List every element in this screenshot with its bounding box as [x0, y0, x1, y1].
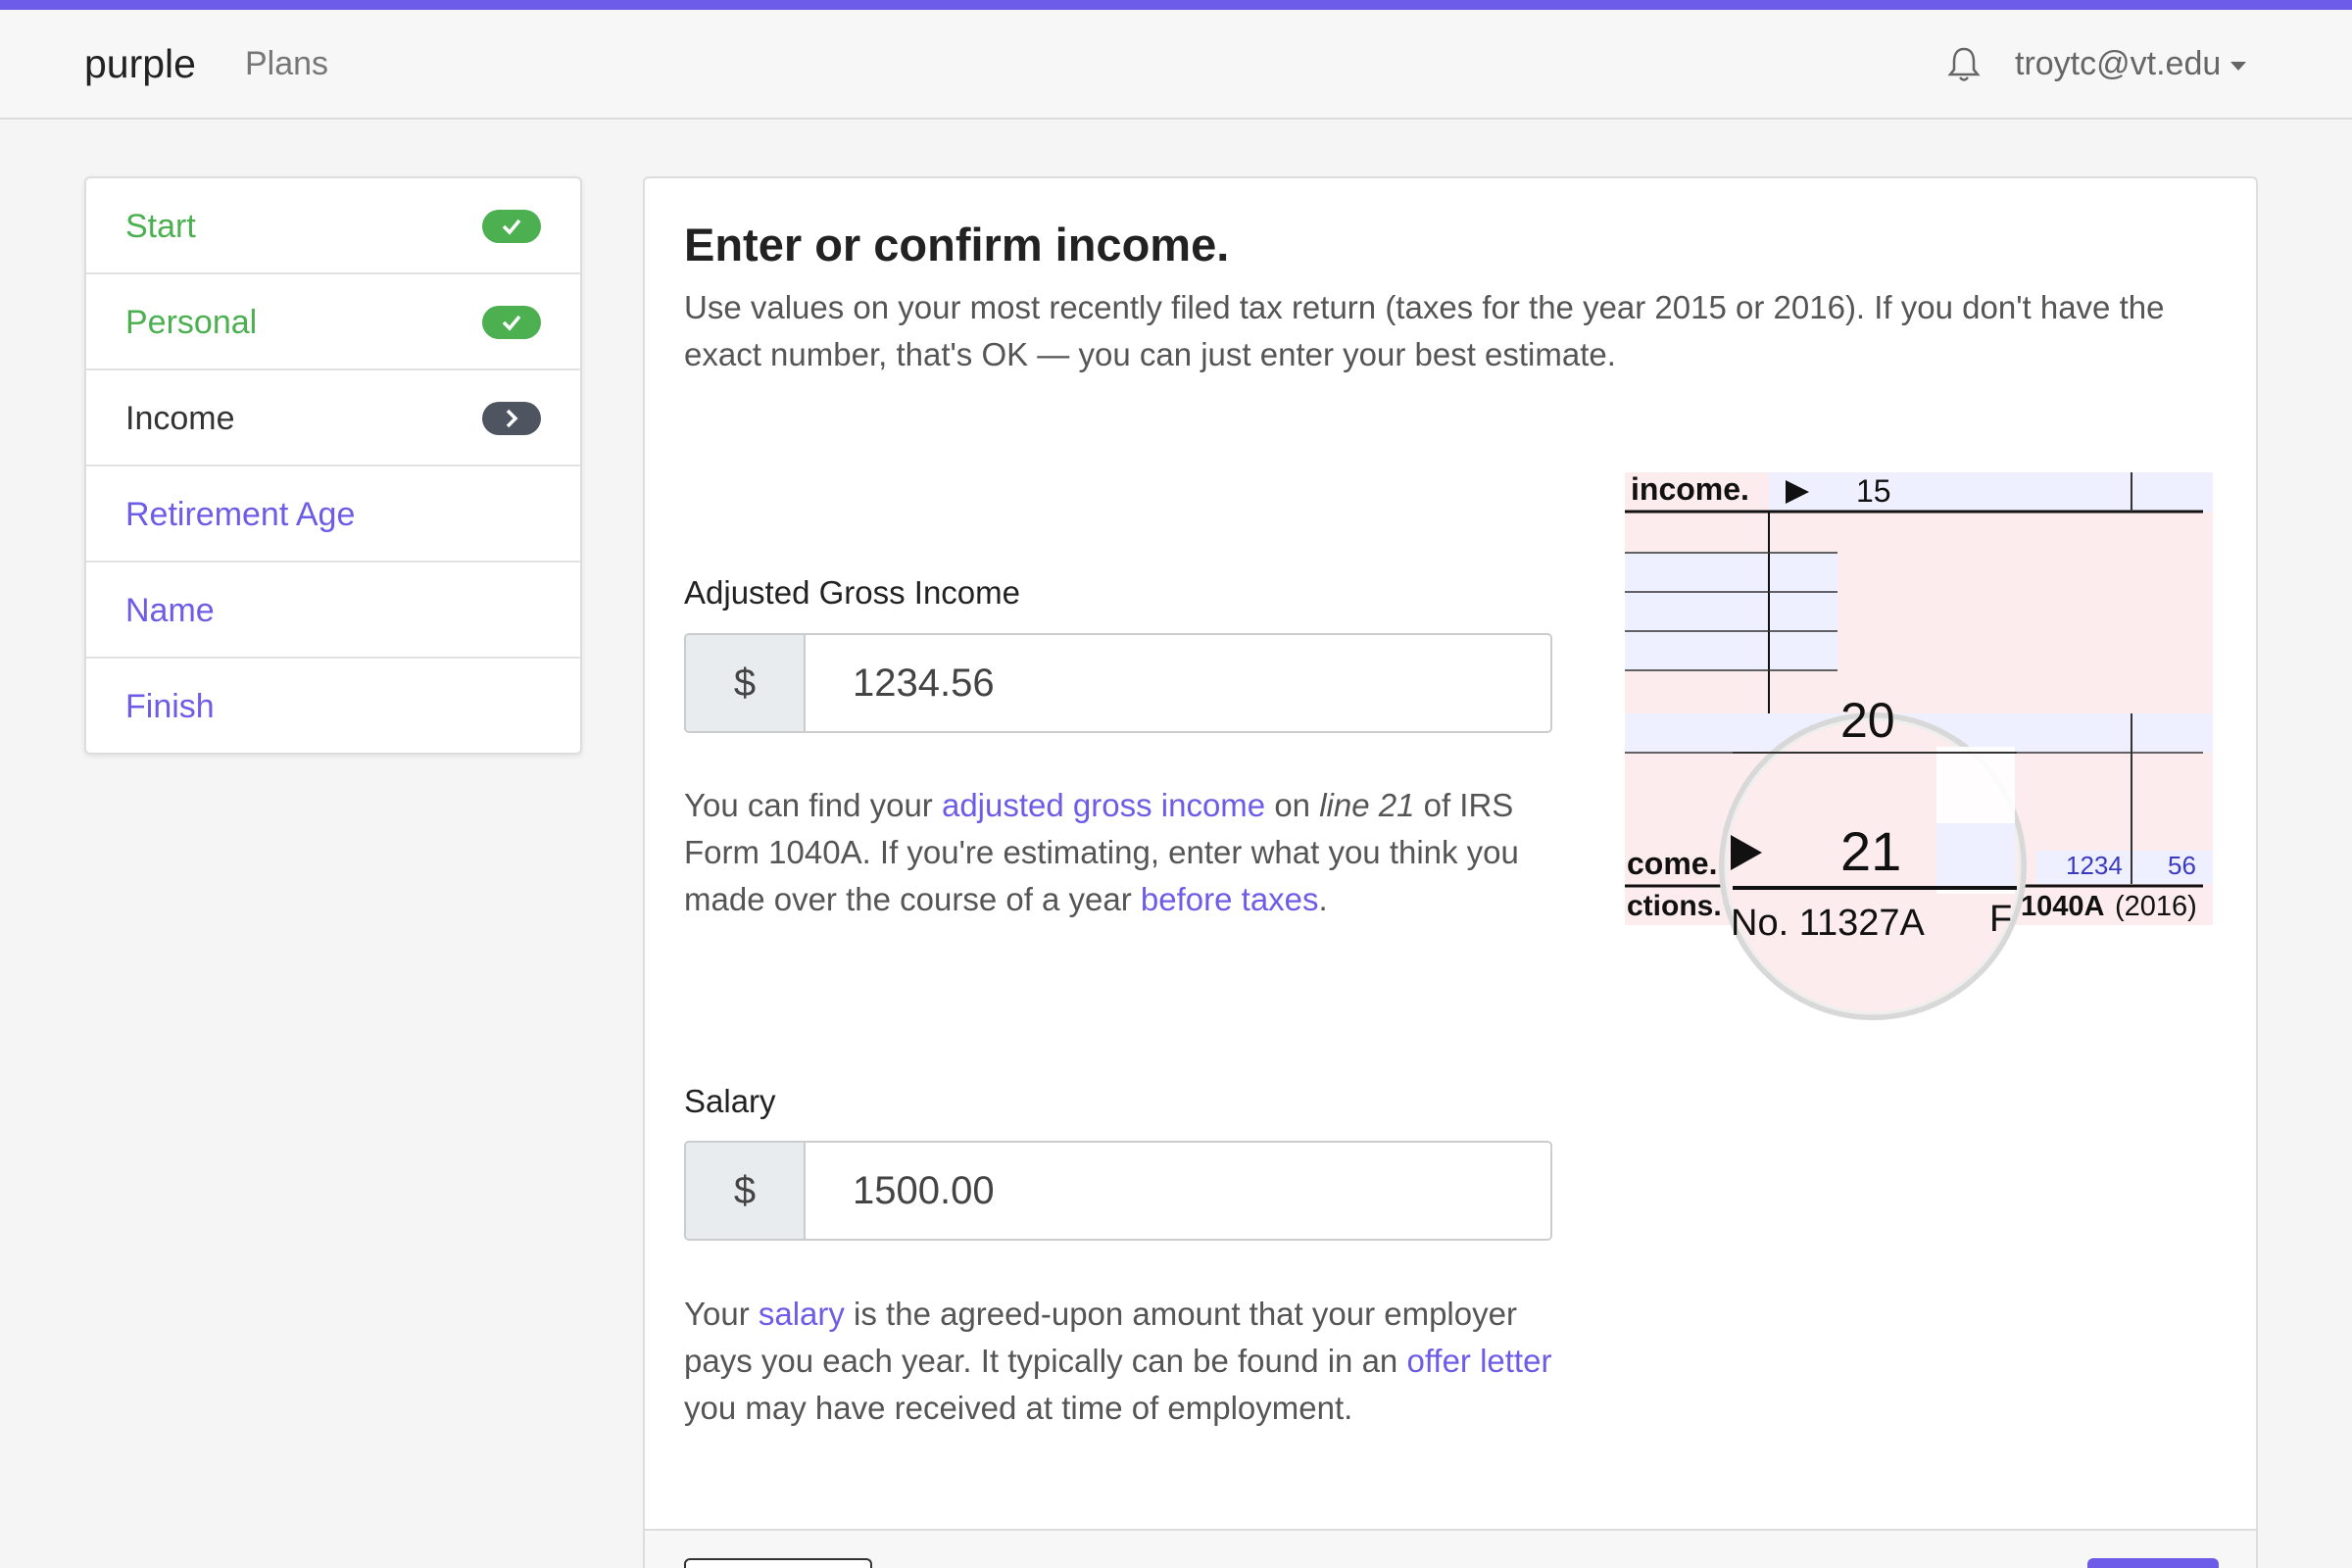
form-line-20: 20 — [1840, 693, 1895, 748]
top-accent-bar — [0, 0, 2352, 10]
salary-label: Salary — [684, 1083, 776, 1119]
form-amount-dollars: 1234 — [2066, 851, 2123, 880]
progress-sidebar: Start Personal Income Retirement Age Nam… — [84, 176, 582, 755]
chevron-right-icon — [482, 402, 541, 435]
offer-letter-link[interactable]: offer letter — [1406, 1343, 1551, 1379]
sidebar-item-label: Income — [125, 400, 235, 437]
salary-input-group: $ 1500.00 — [684, 1141, 1552, 1241]
currency-addon: $ — [686, 1143, 806, 1239]
form-line-15: 15 — [1856, 473, 1891, 509]
back-button[interactable] — [684, 1558, 872, 1568]
sidebar-item-income[interactable]: Income — [86, 370, 580, 466]
form-side-label-1: come. — [1627, 846, 1717, 881]
user-email: troytc@vt.edu — [2015, 45, 2222, 82]
sidebar-item-start[interactable]: Start — [86, 178, 580, 274]
notifications-bell-icon[interactable] — [1946, 45, 1982, 84]
page-title: Enter or confirm income. — [684, 219, 1230, 270]
form-name: 1040A — [2021, 891, 2105, 922]
form-side-label-2: ctions. — [1627, 890, 1722, 922]
form-letter: F — [1989, 899, 2012, 940]
intro-text: Use values on your most recently filed t… — [684, 289, 2165, 372]
agi-label: Adjusted Gross Income — [684, 574, 1020, 611]
checkmark-icon — [482, 210, 541, 243]
agi-input[interactable]: 1234.56 — [806, 635, 1550, 731]
sidebar-item-label: Personal — [125, 304, 258, 341]
currency-addon: $ — [686, 635, 806, 731]
agi-help-text: You can find your adjusted gross income … — [684, 787, 1519, 917]
user-menu[interactable]: troytc@vt.edu — [2015, 45, 2247, 83]
sidebar-item-label: Finish — [125, 688, 215, 725]
sidebar-item-finish[interactable]: Finish — [86, 659, 580, 755]
form-year: (2016) — [2115, 891, 2197, 922]
chevron-down-icon — [2230, 62, 2247, 71]
next-button[interactable] — [2087, 1558, 2219, 1568]
card-footer — [645, 1529, 2256, 1568]
sidebar-item-retirement-age[interactable]: Retirement Age — [86, 466, 580, 563]
salary-link[interactable]: salary — [759, 1296, 845, 1332]
salary-input[interactable]: 1500.00 — [806, 1143, 1550, 1239]
agi-input-group: $ 1234.56 — [684, 633, 1552, 733]
line-reference: line 21 — [1319, 787, 1415, 823]
form-cat-number: No. 11327A — [1731, 903, 1926, 944]
sidebar-item-label: Start — [125, 208, 196, 245]
salary-help-text: Your salary is the agreed-upon amount th… — [684, 1296, 1552, 1426]
tax-form-magnifier-image: income. 15 come. ctions. 1234 56 1040A (… — [1625, 472, 2213, 1020]
income-form-card: Enter or confirm income. Use values on y… — [643, 176, 2258, 1568]
sidebar-item-label: Name — [125, 592, 215, 629]
brand-logo[interactable]: purple — [84, 41, 196, 87]
nav-link-plans[interactable]: Plans — [245, 45, 328, 83]
form-line-21: 21 — [1840, 820, 1901, 882]
checkmark-icon — [482, 306, 541, 339]
agi-link[interactable]: adjusted gross income — [942, 787, 1265, 823]
sidebar-item-label: Retirement Age — [125, 496, 356, 533]
form-amount-cents: 56 — [2168, 851, 2196, 880]
sidebar-item-name[interactable]: Name — [86, 563, 580, 659]
before-taxes-link[interactable]: before taxes — [1141, 881, 1319, 917]
sidebar-item-personal[interactable]: Personal — [86, 274, 580, 370]
navbar: purple Plans troytc@vt.edu — [0, 10, 2352, 120]
form-top-label: income. — [1631, 472, 1749, 507]
